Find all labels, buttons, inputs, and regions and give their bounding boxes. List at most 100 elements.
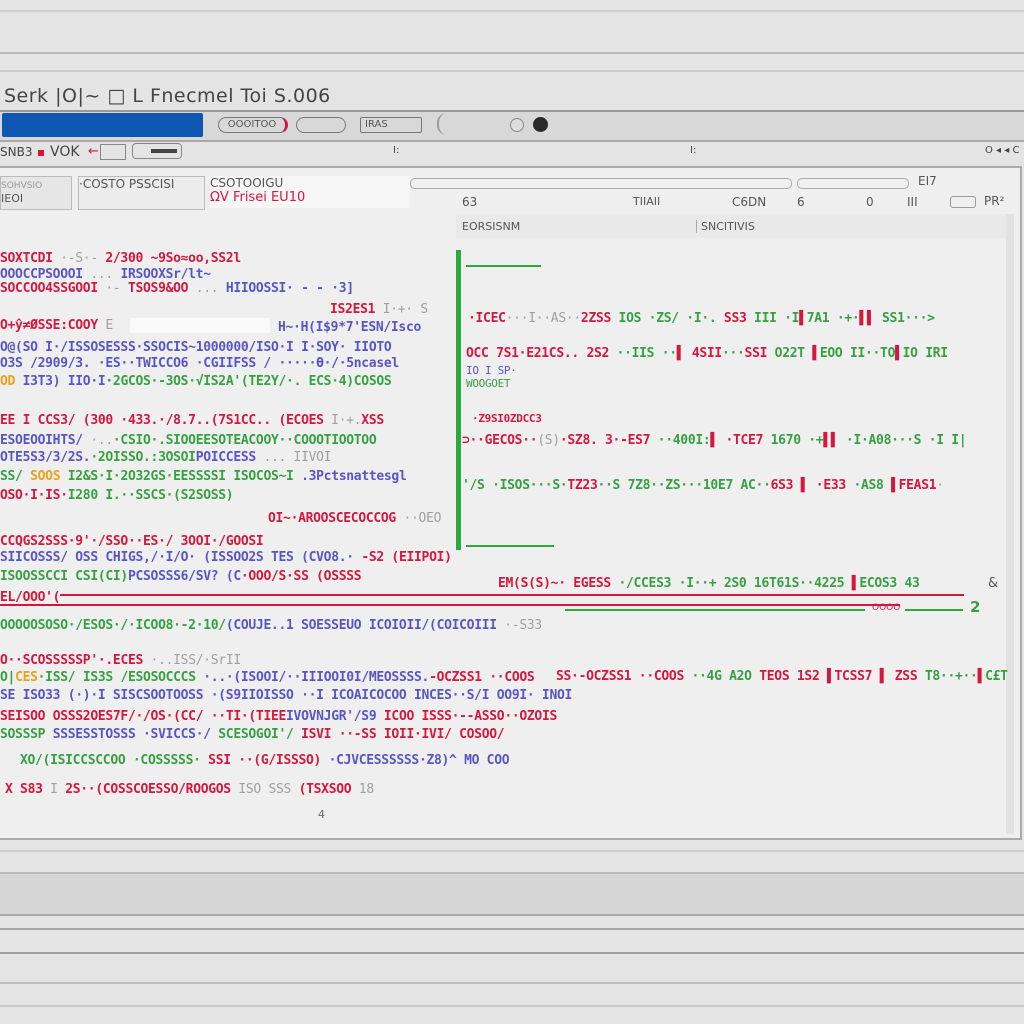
code-token: OSS CHIGS,/·I/O·: [75, 550, 204, 565]
tab-2[interactable]: ·COSTO PSSCISI: [78, 176, 205, 210]
code-token: ▌: [872, 669, 888, 684]
code-token: WOOGOET: [466, 377, 511, 390]
code-line: OTE5S3/3/2S.·2OISSO.:3OSOIPOICCESS ... I…: [0, 450, 332, 465]
code-token: HIIOOSSI· - - ·3]: [225, 281, 354, 296]
code-token: ▌▌: [823, 433, 839, 448]
code-token: 3OOI·/GOOSI: [180, 534, 264, 549]
code-token: E: [97, 318, 113, 333]
code-token: ·: [936, 478, 944, 493]
search-box[interactable]: [437, 113, 1024, 135]
caret-marker: &: [988, 576, 999, 591]
code-token: ·Z9SI0ZDCC3: [472, 412, 542, 425]
code-token: SCESOGOI'/: [218, 727, 294, 742]
code-line: ·ICEC···I··AS··2ZSS IOS ·ZS/ ·I·. SS3 II…: [468, 311, 935, 326]
code-token: (ECOES: [270, 413, 324, 428]
code-token: EL/OOO'(: [0, 590, 61, 605]
code-token: 2GCOS·-3OS·√: [112, 374, 204, 389]
code-line: OD I3T3) IIO·I·2GCOS·-3OS·√IS2A'(TE2Y/·.…: [0, 374, 392, 389]
slider[interactable]: [132, 143, 182, 159]
column-label: 6: [797, 195, 805, 209]
divider: [0, 70, 1024, 72]
code-token: ·SZ8. 3·-ES7: [559, 433, 651, 448]
code-token: TSOS9&OO: [127, 281, 189, 296]
code-token: ·I·A08···S ·I I|: [838, 433, 967, 448]
code-line: SEISOO OSSS2OES7F/·/OS·(CC/ ··TI·(TIEEIV…: [0, 709, 557, 724]
code-line: O|CES·ISS/ IS3S /ESOSOCCCS ·..·(ISOOI/··…: [0, 670, 535, 685]
code-token: (S): [537, 433, 560, 448]
code-token: ▌: [710, 433, 718, 448]
footer-mark: 4: [318, 808, 325, 821]
code-token: ECOS3 43: [859, 576, 920, 591]
box-icon[interactable]: [100, 144, 126, 160]
toolbar-text: VOK: [50, 144, 80, 160]
code-token: SOXTCDI: [0, 251, 53, 266]
code-token: SOOS: [22, 469, 61, 484]
code-token: .3Pctsnattesgl: [293, 469, 407, 484]
code-token: 2O32GS·EESSSSI ISOCOS~I: [120, 469, 294, 484]
input-field[interactable]: [296, 117, 346, 133]
scroll-track[interactable]: [797, 178, 909, 189]
code-token: IS2ES1: [330, 302, 376, 317]
code-line: ·Z9SI0ZDCC3: [472, 412, 542, 425]
record-icon[interactable]: [533, 117, 548, 132]
code-token: ICOO8·-2·10/: [135, 618, 226, 633]
code-token: ▌: [883, 478, 899, 493]
code-token: SS·: [556, 669, 579, 684]
code-token: I·/ISSOSESSS·SSOCIS~1000000/ISO·I I·SOY·…: [37, 340, 392, 355]
scroll-track[interactable]: [410, 178, 792, 189]
folder-icon[interactable]: [950, 196, 976, 208]
change-gutter: [456, 250, 461, 550]
code-token: I: [42, 782, 58, 797]
code-token: O|: [0, 670, 16, 685]
code-token: ·-: [97, 281, 128, 296]
tab-3[interactable]: CSOTOOIGU ΩV Frisei EU10: [210, 176, 410, 208]
code-token: SS3: [716, 311, 747, 326]
code-token: O@(SO: [0, 340, 38, 355]
code-token: ·2OISSO.:3OSOI: [90, 450, 196, 465]
code-line: SOCCOO4SSGOOI ·- TSOS9&OO ... HIIOOSSI· …: [0, 281, 354, 296]
code-line: ISOOSSCCI CSI(CI)PCSOSSS6/SV? (C·OOO/S·S…: [0, 569, 362, 584]
scrollbar[interactable]: [1006, 214, 1014, 834]
code-token: ·E33: [808, 478, 846, 493]
arrow-icon[interactable]: ←: [88, 144, 99, 159]
code-line: X S83 I 2S··(COSSCOESSO/ROOGOS ISO SSS (…: [5, 782, 374, 797]
code-token: ·CSIO·.SIOOEESOTEACOOY·: [112, 433, 287, 448]
progress-bar[interactable]: [2, 113, 203, 137]
code-token: '/S ·ISOS···S·: [462, 478, 568, 493]
addition-line: [565, 609, 865, 611]
code-token: OSO·I·IS·: [0, 488, 68, 503]
hunk-marker: [466, 545, 554, 547]
code-token: ▌: [819, 669, 835, 684]
code-token: 6S3: [770, 478, 794, 493]
code-token: ~9So≈oo,SS2l: [143, 251, 242, 266]
code-token: I·+· S: [375, 302, 428, 317]
diff-header-right: SNCITIVIS: [696, 220, 755, 233]
tab-1[interactable]: SOHVSIO IEOI: [0, 176, 72, 210]
code-token: TZ23: [567, 478, 598, 493]
code-line: SS·-OCZSS1 ··COOS ··4G A2O TEOS 1S2 ▌TCS…: [556, 669, 1008, 684]
radio-icon[interactable]: [510, 118, 524, 132]
tab-extra: PR²: [984, 194, 1005, 208]
code-line: O+ŷ≠ØSSE:COOY E: [0, 318, 113, 333]
code-token: ISOOSSCCI CSI(CI): [0, 569, 128, 584]
inline-input[interactable]: [130, 318, 270, 333]
code-token: ▌▌: [859, 311, 875, 326]
column-label: III: [907, 195, 918, 209]
code-token: (7S1CC..: [210, 413, 272, 428]
code-token: 2/300: [105, 251, 144, 266]
column-label: C6DN: [732, 195, 767, 209]
code-line: OI~·AROOSCECOCCOG ··OEO: [268, 511, 441, 526]
code-token: ·CJVCESSSSSS·Z8)^: [321, 753, 457, 768]
code-line: WOOGOET: [466, 377, 511, 390]
code-token: ·OOO/S·SS (OSSSS: [240, 569, 362, 584]
code-token: ICOO ISSS·--ASSO··OZOIS: [376, 709, 557, 724]
select-field[interactable]: IRAS: [360, 117, 422, 133]
code-token: ··4G A2O: [683, 669, 752, 684]
toolbar-marker: I:: [393, 145, 400, 156]
input-field[interactable]: OOOITOO: [218, 117, 288, 133]
code-token: ·4225: [806, 576, 845, 591]
diff-count: OOOO: [872, 603, 901, 613]
code-token: SS1···>: [874, 311, 935, 326]
toolbar-right[interactable]: O ◂ ◂ C: [985, 145, 1019, 156]
code-token: 2S2: [586, 346, 610, 361]
